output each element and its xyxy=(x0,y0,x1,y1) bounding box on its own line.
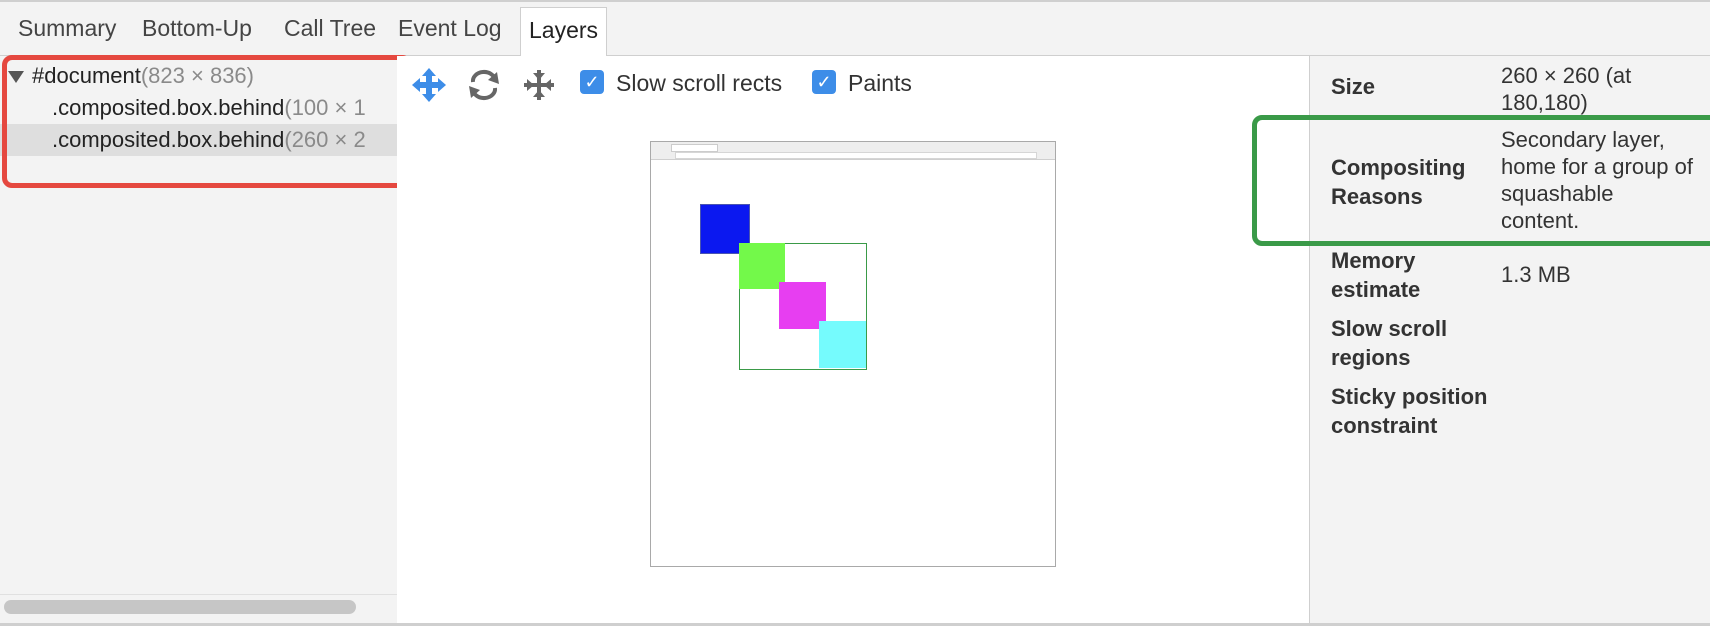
browser-url-thumbnail xyxy=(675,152,1037,159)
tab-bottom-up[interactable]: Bottom-Up xyxy=(134,2,260,55)
red-highlight-box xyxy=(2,55,412,188)
tab-event-log[interactable]: Event Log xyxy=(390,2,510,55)
tab-summary[interactable]: Summary xyxy=(10,2,124,55)
browser-tab-thumbnail xyxy=(671,144,718,152)
panel-tab-bar: Summary Bottom-Up Call Tree Event Log La… xyxy=(0,0,1710,56)
browser-chrome-thumbnail xyxy=(651,142,1055,160)
size-label: Size xyxy=(1331,74,1376,99)
slow-scroll-rects-checkbox[interactable]: ✓ xyxy=(580,70,604,94)
layer-3d-viewer[interactable]: ✓ Slow scroll rects ✓ Paints xyxy=(397,56,1310,626)
paints-checkbox[interactable]: ✓ xyxy=(812,70,836,94)
horizontal-scrollbar[interactable] xyxy=(4,600,356,614)
memory-estimate-value: 1.3 MB xyxy=(1501,262,1571,287)
scrollbar-divider xyxy=(0,594,397,595)
layer-box-cyan[interactable] xyxy=(819,321,866,368)
tab-layers[interactable]: Layers xyxy=(520,7,608,56)
reset-view-icon[interactable] xyxy=(522,68,556,102)
slow-scroll-rects-label[interactable]: Slow scroll rects xyxy=(616,68,782,98)
memory-estimate-label: Memory estimate xyxy=(1331,248,1421,302)
green-highlight-box xyxy=(1252,115,1710,246)
layer-page-frame[interactable] xyxy=(650,141,1056,567)
rotate-icon[interactable] xyxy=(467,68,501,102)
slow-scroll-regions-label: Slow scroll regions xyxy=(1331,316,1448,370)
sticky-position-constraint-label: Sticky position constraint xyxy=(1331,384,1488,438)
paints-label[interactable]: Paints xyxy=(848,68,912,98)
size-value: 260 × 260 (at 180,180) xyxy=(1501,63,1632,115)
pan-arrows-icon[interactable] xyxy=(412,68,446,102)
tab-call-tree[interactable]: Call Tree xyxy=(276,2,384,55)
